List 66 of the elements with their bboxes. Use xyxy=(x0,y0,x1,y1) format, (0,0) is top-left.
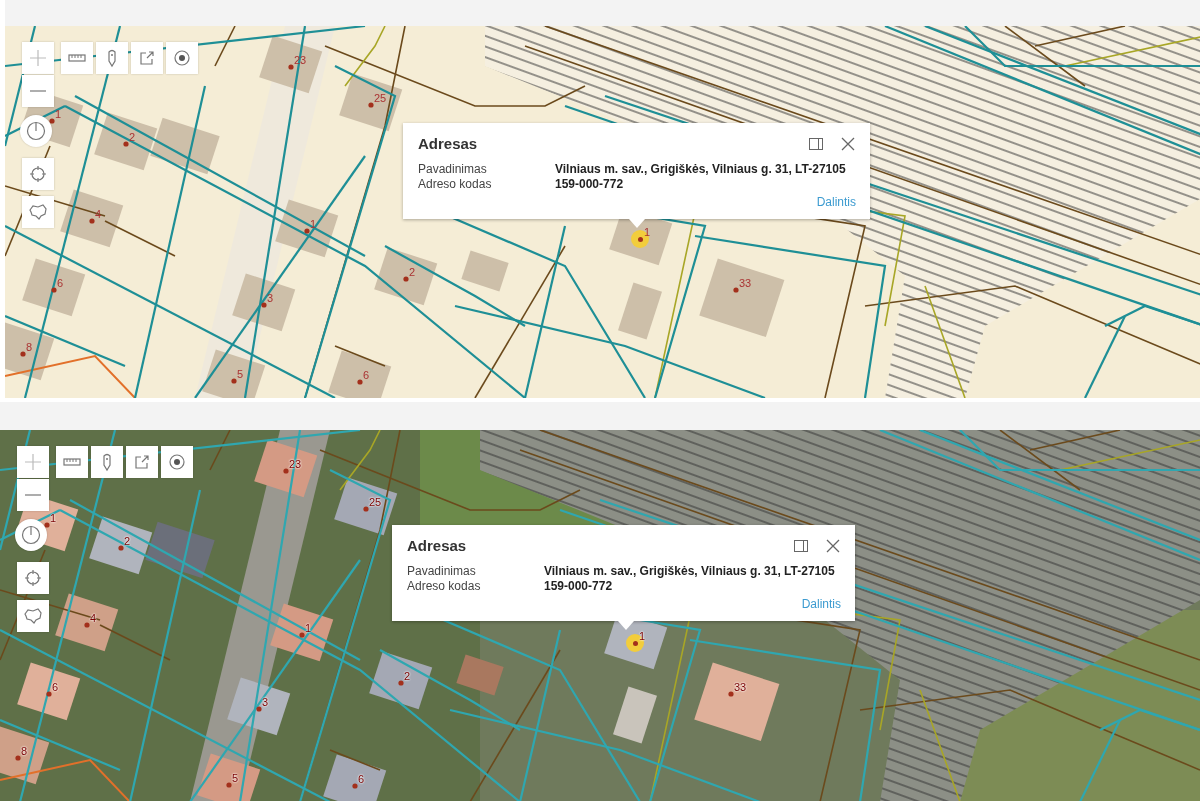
dock-panel-icon[interactable] xyxy=(793,537,809,554)
marker-button[interactable] xyxy=(91,446,123,478)
house-number: 2 xyxy=(124,536,131,547)
dock-panel-icon[interactable] xyxy=(808,135,824,152)
house-number: 33 xyxy=(739,278,752,289)
compass-icon xyxy=(26,121,46,141)
compass-icon xyxy=(21,525,41,545)
house-number: 1 xyxy=(644,227,651,238)
house-number: 6 xyxy=(358,774,365,785)
house-number: 6 xyxy=(52,682,59,693)
house-number: 6 xyxy=(363,370,370,381)
share-link[interactable]: Dalintis xyxy=(816,195,856,209)
country-extent-button[interactable] xyxy=(22,196,54,228)
house-number: 25 xyxy=(374,93,387,104)
target-icon xyxy=(167,452,187,472)
field-value: 159-000-772 xyxy=(555,177,625,191)
field-value: Vilniaus m. sav., Grigiškės, Vilniaus g. 31, LT-27105 xyxy=(544,564,836,578)
house-number: 3 xyxy=(267,293,274,304)
minus-icon xyxy=(25,494,41,496)
field-label: Pavadinimas xyxy=(407,564,477,578)
close-icon[interactable] xyxy=(825,537,841,554)
field-label: Adreso kodas xyxy=(418,177,493,191)
house-number: 33 xyxy=(734,682,747,693)
field-label: Pavadinimas xyxy=(418,162,488,176)
target-icon xyxy=(172,48,192,68)
house-number: 1 xyxy=(310,219,317,230)
measure-button[interactable] xyxy=(56,446,88,478)
field-value: 159-000-772 xyxy=(544,579,614,593)
close-icon[interactable] xyxy=(840,135,856,152)
plus-icon xyxy=(28,48,48,68)
house-number: 1 xyxy=(639,631,646,642)
crosshair-icon xyxy=(23,568,43,588)
house-number: 8 xyxy=(21,746,28,757)
popup-title: Adresas xyxy=(418,135,478,152)
house-number: 6 xyxy=(57,278,64,289)
house-number: 1 xyxy=(55,109,62,120)
share-icon xyxy=(137,48,157,68)
locate-button[interactable] xyxy=(17,562,49,594)
house-number: 1 xyxy=(50,513,57,524)
house-number: 2 xyxy=(404,671,411,682)
marker-button[interactable] xyxy=(96,42,128,74)
crosshair-icon xyxy=(28,164,48,184)
share-link[interactable]: Dalintis xyxy=(801,597,841,611)
popup-title: Adresas xyxy=(407,537,467,554)
house-number: 8 xyxy=(26,342,33,353)
measure-button[interactable] xyxy=(61,42,93,74)
house-number: 5 xyxy=(237,369,244,380)
house-number: 1 xyxy=(305,623,312,634)
target-button[interactable] xyxy=(166,42,198,74)
zoom-out-button[interactable] xyxy=(22,75,54,107)
target-button[interactable] xyxy=(161,446,193,478)
house-number: 5 xyxy=(232,773,239,784)
locate-button[interactable] xyxy=(22,158,54,190)
minus-icon xyxy=(30,90,46,92)
country-outline-icon xyxy=(23,606,43,626)
country-extent-button[interactable] xyxy=(17,600,49,632)
share-icon xyxy=(132,452,152,472)
house-number: 2 xyxy=(409,267,416,278)
house-number: 25 xyxy=(369,497,382,508)
country-outline-icon xyxy=(28,202,48,222)
field-value: Vilniaus m. sav., Grigiškės, Vilniaus g. 31, LT-27105 xyxy=(555,162,847,176)
house-number: 3 xyxy=(262,697,269,708)
field-label: Adreso kodas xyxy=(407,579,482,593)
house-number: 2 xyxy=(129,132,136,143)
plus-icon xyxy=(23,452,43,472)
zoom-out-button[interactable] xyxy=(17,479,49,511)
